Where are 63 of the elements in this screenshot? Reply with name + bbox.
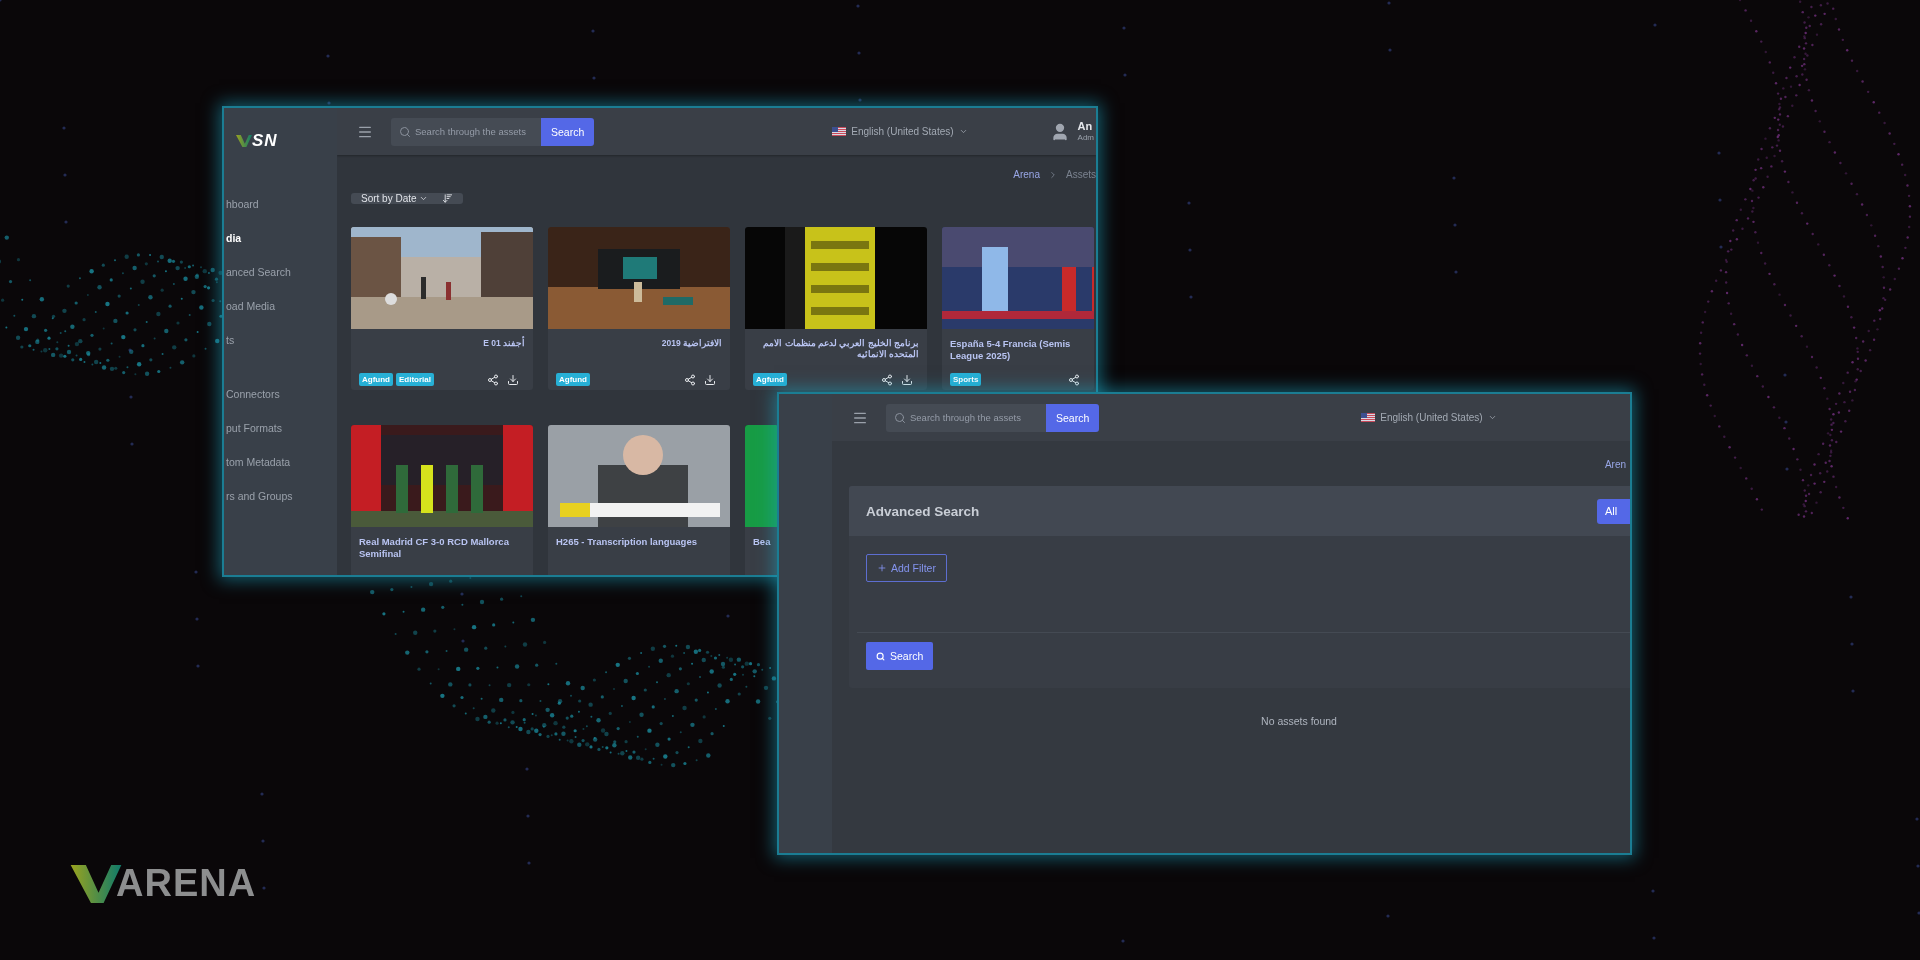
asset-card[interactable]: Real Madrid CF 3-0 RCD Mallorca Semifinal bbox=[351, 425, 533, 575]
search-field[interactable]: Search through the assets bbox=[391, 117, 541, 146]
sidebar-item[interactable]: oad Media bbox=[224, 300, 337, 312]
asset-title: أجفند E 01 bbox=[482, 338, 525, 350]
search-button[interactable]: Search bbox=[1046, 403, 1100, 432]
brand-text: ARENA bbox=[116, 862, 257, 905]
sidebar-item[interactable]: anced Search bbox=[224, 266, 337, 278]
logo-icon bbox=[236, 135, 252, 147]
sidebar-item[interactable]: tom Metadata bbox=[224, 456, 337, 468]
sort-order-icon[interactable] bbox=[441, 193, 453, 204]
flag-icon bbox=[1361, 413, 1376, 422]
chevron-down-icon bbox=[1487, 413, 1497, 422]
logo-text: SN bbox=[252, 131, 278, 151]
breadcrumb-link[interactable]: Aren bbox=[1604, 458, 1626, 470]
asset-card[interactable]: España 5-4 Francia (Semis League 2025) Sports bbox=[942, 227, 1094, 390]
empty-message: No assets found bbox=[1260, 715, 1338, 727]
search-button[interactable]: Search bbox=[541, 117, 595, 146]
sidebar-item[interactable]: rs and Groups bbox=[224, 490, 337, 502]
tag: Agfund bbox=[556, 373, 590, 386]
sidebar-item[interactable]: Connectors bbox=[224, 388, 337, 400]
share-icon[interactable] bbox=[1068, 373, 1080, 386]
language-selector[interactable]: English (United States) bbox=[832, 126, 968, 137]
add-filter-button[interactable]: Add Filter bbox=[866, 554, 947, 582]
all-button[interactable]: All bbox=[1597, 498, 1630, 524]
plus-icon bbox=[877, 563, 887, 573]
download-icon[interactable] bbox=[704, 373, 716, 386]
search-field[interactable]: Search through the assets bbox=[886, 403, 1046, 432]
sort-button[interactable]: Sort by Date bbox=[351, 193, 463, 204]
asset-title: Real Madrid CF 3-0 RCD Mallorca Semifinal bbox=[359, 536, 510, 561]
search-icon bbox=[399, 125, 411, 138]
search-icon bbox=[894, 411, 906, 424]
panel-title: Advanced Search bbox=[866, 503, 980, 519]
download-icon[interactable] bbox=[507, 373, 519, 386]
search-button[interactable]: Search bbox=[866, 642, 934, 670]
asset-card[interactable]: H265 - Transcription languages bbox=[548, 425, 730, 575]
sidebar-item[interactable]: hboard bbox=[224, 198, 337, 210]
asset-title: España 5-4 Francia (Semis League 2025) bbox=[950, 338, 1072, 363]
search-icon bbox=[876, 651, 885, 661]
chevron-down-icon bbox=[958, 127, 968, 136]
asset-card[interactable]: Bea bbox=[745, 425, 779, 575]
chevron-right-icon bbox=[1048, 169, 1058, 180]
asset-title: H265 - Transcription languages bbox=[556, 536, 698, 549]
breadcrumb-link[interactable]: Assets bbox=[1066, 169, 1096, 180]
sidebar-item[interactable]: dia bbox=[224, 232, 337, 244]
tag: Agfund bbox=[753, 373, 787, 386]
language-selector[interactable]: English (United States) bbox=[1361, 412, 1497, 423]
share-icon[interactable] bbox=[684, 373, 696, 386]
sidebar-item[interactable]: ts bbox=[224, 334, 337, 346]
flag-icon bbox=[832, 127, 847, 136]
tag: Sports bbox=[950, 373, 982, 386]
tag: Editorial bbox=[396, 373, 434, 386]
breadcrumb-link[interactable]: Arena bbox=[1013, 169, 1040, 180]
asset-title: Bea bbox=[753, 536, 771, 549]
tag: Agfund bbox=[359, 373, 393, 386]
share-icon[interactable] bbox=[487, 373, 499, 386]
user-name: An bbox=[1077, 119, 1094, 134]
sidebar-item[interactable]: put Formats bbox=[224, 422, 337, 434]
user-role: Adm bbox=[1077, 133, 1094, 144]
download-icon[interactable] bbox=[901, 373, 913, 386]
asset-title: برنامج الخليج العربي لدعم منظمات الامم المتحده الانمائيه bbox=[762, 338, 919, 361]
share-icon[interactable] bbox=[881, 373, 893, 386]
caret-icon bbox=[418, 194, 428, 203]
asset-title: الافتراضية 2019 bbox=[660, 338, 722, 350]
